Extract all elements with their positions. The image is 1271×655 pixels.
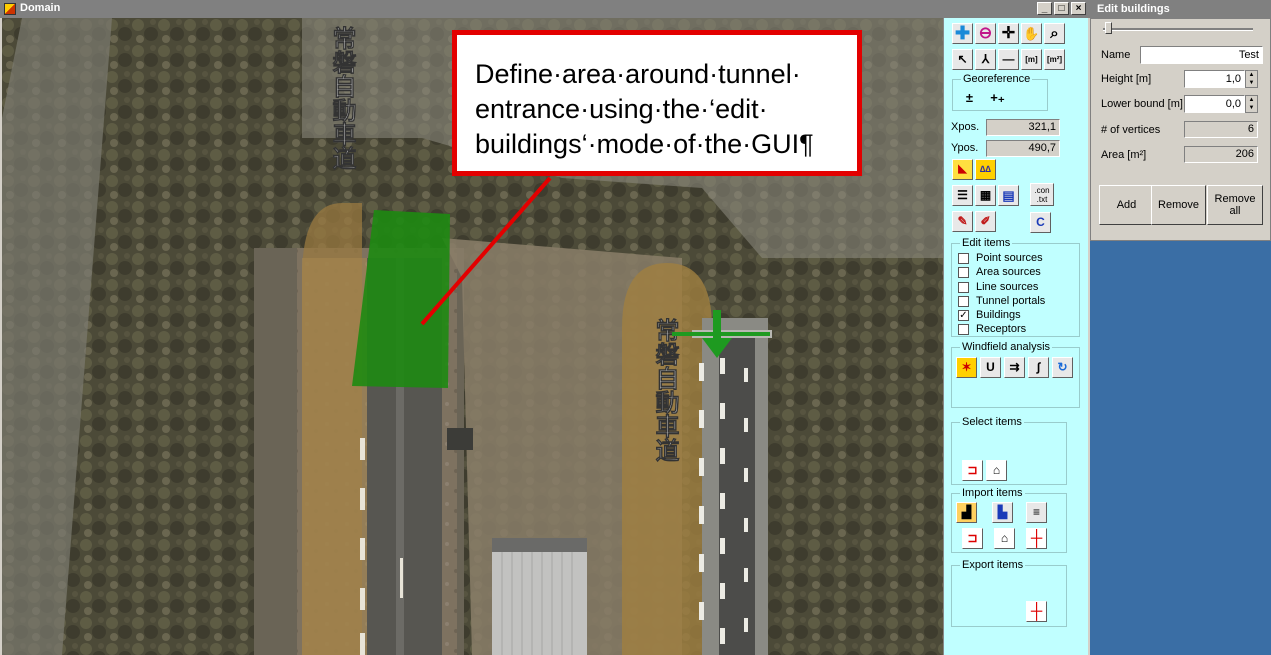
callout-text: Define·area·around·tunnel· entrance·usin…: [475, 59, 814, 159]
magnifier-icon[interactable]: ⌕: [1044, 23, 1065, 44]
import-area-icon[interactable]: ▙: [992, 502, 1013, 523]
export-items-group: Export items ┼: [951, 559, 1067, 627]
georeference-group: Georeference ± +₊: [952, 73, 1048, 111]
hand-icon[interactable]: ✋: [1021, 23, 1042, 44]
georeference-set-button[interactable]: ±: [959, 88, 980, 109]
pan-cross-icon[interactable]: ✛: [998, 23, 1019, 44]
edit-buildings-titlebar: Edit buildings: [1091, 1, 1270, 19]
georeference-add-button[interactable]: +₊: [987, 88, 1008, 109]
export-items-label: Export items: [960, 559, 1026, 571]
import-items-label: Import items: [960, 487, 1025, 499]
measure-area-button[interactable]: [m²]: [1044, 49, 1065, 70]
name-label: Name: [1101, 49, 1131, 61]
height-input[interactable]: 1,0: [1184, 70, 1245, 88]
save-disk-icon[interactable]: ▤: [998, 185, 1019, 206]
import-lines-icon[interactable]: ≡: [1026, 502, 1047, 523]
add-button[interactable]: Add: [1099, 185, 1154, 225]
windfield-label: Windfield analysis: [960, 341, 1053, 353]
remove-all-button[interactable]: Remove all: [1207, 185, 1263, 225]
import-portal-icon[interactable]: ⊐: [962, 528, 983, 549]
ypos-label: Ypos.: [951, 142, 979, 154]
remove-button[interactable]: Remove: [1151, 185, 1206, 225]
road-label-right: 常磐自動車道: [651, 318, 679, 462]
import-factory-icon[interactable]: ▟: [956, 502, 977, 523]
import-receptor-icon[interactable]: ┼: [1026, 528, 1047, 549]
windfield-flag-icon[interactable]: ✶: [956, 357, 977, 378]
height-spinner[interactable]: ▲ ▼: [1245, 70, 1258, 88]
zoom-out-icon[interactable]: ⊖: [975, 23, 996, 44]
select-building-icon[interactable]: ⌂: [986, 460, 1007, 481]
annotation-callout: Define·area·around·tunnel· entrance·usin…: [452, 30, 862, 176]
close-button[interactable]: ×: [1071, 2, 1086, 15]
checkmark-icon[interactable]: ✓: [958, 310, 969, 321]
xpos-label: Xpos.: [951, 121, 980, 133]
maximize-button[interactable]: □: [1054, 2, 1069, 15]
lower-bound-label: Lower bound [m]: [1101, 98, 1183, 110]
measure-distance-button[interactable]: [m]: [1021, 49, 1042, 70]
select-items-label: Select items: [960, 416, 1024, 428]
con-txt-button[interactable]: .con .txt: [1030, 183, 1054, 206]
windfield-curve-icon[interactable]: ∫: [1028, 357, 1049, 378]
contour-chart-icon[interactable]: ∆∆: [975, 159, 996, 180]
app-icon: [4, 3, 16, 15]
xpos-field: 321,1: [986, 119, 1060, 136]
checkbox-box[interactable]: [958, 282, 969, 293]
building-slider-thumb[interactable]: [1105, 22, 1112, 34]
list-icon[interactable]: ☰: [952, 185, 973, 206]
checkbox-box[interactable]: [958, 253, 969, 264]
edit-buildings-window: Edit buildings Name Test Height [m] 1,0 …: [1090, 0, 1271, 241]
minimize-button[interactable]: _: [1037, 2, 1052, 15]
building-slider-track[interactable]: [1103, 28, 1253, 31]
vertices-label: # of vertices: [1101, 124, 1161, 136]
select-portal-icon[interactable]: ⊐: [962, 460, 983, 481]
c-button[interactable]: C: [1030, 212, 1051, 233]
flame-chart-icon[interactable]: ◣: [952, 159, 973, 180]
window-title: Domain: [20, 2, 61, 14]
zoom-in-icon[interactable]: ✚: [952, 23, 973, 44]
height-label: Height [m]: [1101, 73, 1152, 85]
lower-bound-spinner[interactable]: ▲ ▼: [1245, 95, 1258, 113]
road-label-left: 常磐自動車道: [328, 26, 356, 170]
checkbox-box[interactable]: [958, 324, 969, 335]
import-items-group: Import items ▟ ▙ ≡ ⊐ ⌂ ┼: [951, 487, 1067, 553]
windfield-u-button[interactable]: U: [980, 357, 1001, 378]
export-receptor-icon[interactable]: ┼: [1026, 601, 1047, 622]
walker-icon[interactable]: ⅄: [975, 49, 996, 70]
area-label: Area [m²]: [1101, 149, 1147, 161]
checkbox-box[interactable]: [958, 296, 969, 307]
domain-window: Domain _ □ × 常磐自動車道 常磐自動車道 Define·area·a…: [0, 0, 1090, 655]
name-input[interactable]: Test: [1140, 46, 1263, 64]
line-icon[interactable]: —: [998, 49, 1019, 70]
checkbox-box[interactable]: [958, 267, 969, 278]
domain-titlebar: Domain _ □ ×: [0, 0, 1090, 18]
landscape-image-icon[interactable]: ▦: [975, 185, 996, 206]
tool-panel: ✚ ⊖ ✛ ✋ ⌕ ↖ ⅄ — [m] [m²] Georeference ± …: [943, 18, 1088, 655]
pointer-icon[interactable]: ↖: [952, 49, 973, 70]
edit-buildings-title: Edit buildings: [1097, 3, 1170, 15]
colored-plot-icon[interactable]: ✎: [952, 211, 973, 232]
edit-items-label: Edit items: [960, 237, 1013, 249]
windfield-refresh-icon[interactable]: ↻: [1052, 357, 1073, 378]
area-field: 206: [1184, 146, 1258, 163]
ypos-field: 490,7: [986, 140, 1060, 157]
colored-plot-alt-icon[interactable]: ✐: [975, 211, 996, 232]
vertices-field: 6: [1184, 121, 1258, 138]
windfield-arrows-icon[interactable]: ⇉: [1004, 357, 1025, 378]
windfield-group: Windfield analysis ✶ U ⇉ ∫ ↻: [951, 341, 1080, 408]
georeference-label: Georeference: [961, 73, 1033, 85]
select-items-group: Select items ⊐ ⌂: [951, 416, 1067, 485]
import-building-icon[interactable]: ⌂: [994, 528, 1015, 549]
lower-bound-input[interactable]: 0,0: [1184, 95, 1245, 113]
edit-items-group: Edit items Point sources Area sources Li…: [951, 237, 1080, 337]
